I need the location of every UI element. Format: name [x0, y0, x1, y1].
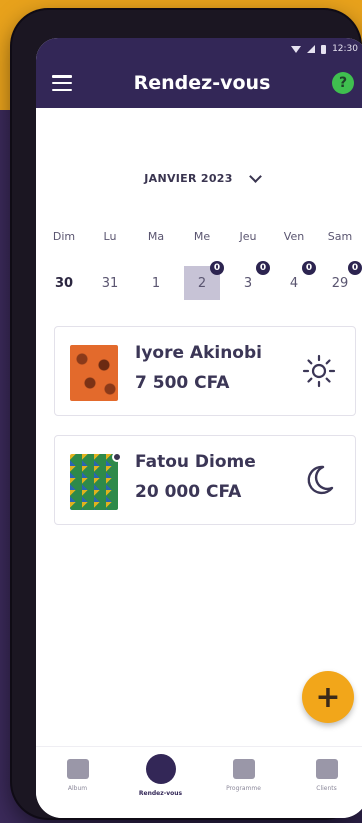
weekday-label: Me — [193, 230, 211, 243]
appointment-count-badge: 0 — [210, 261, 224, 275]
add-appointment-button[interactable]: + — [302, 671, 354, 723]
sun-icon — [302, 354, 336, 388]
wifi-icon — [291, 45, 302, 53]
phone-frame: 12:30 Rendez-vous ? JANVIER 2023 Dim Lu … — [12, 10, 362, 818]
month-picker[interactable]: JANVIER 2023 — [36, 170, 362, 185]
moon-icon — [307, 465, 334, 495]
nav-label: Album — [67, 785, 88, 792]
marker-icon — [112, 452, 122, 462]
nav-label: Rendez-vous — [138, 790, 183, 797]
layers-icon — [232, 759, 255, 779]
appointment-card[interactable]: Fatou Diome 20 000 CFA — [54, 435, 356, 525]
battery-icon — [321, 44, 327, 54]
chevron-down-icon — [248, 170, 262, 183]
status-time: 12:30 — [332, 44, 358, 54]
status-bar: 12:30 — [291, 44, 358, 54]
date-cell[interactable]: 1 — [136, 267, 176, 299]
date-number: 3 — [243, 275, 253, 291]
album-icon — [66, 759, 89, 779]
appointment-price: 7 500 CFA — [135, 373, 230, 393]
date-number: 30 — [54, 275, 74, 291]
fabric-thumbnail — [70, 345, 118, 401]
signal-icon — [307, 45, 316, 53]
app-bar: 12:30 Rendez-vous ? — [36, 38, 362, 108]
date-cell[interactable]: 29 0 — [320, 261, 362, 299]
date-cell[interactable]: 31 — [90, 267, 130, 299]
bottom-navigation: Album Rendez-vous Programme Clients — [36, 746, 362, 818]
client-name: Iyore Akinobi — [135, 343, 262, 363]
date-cell[interactable]: 4 0 — [274, 261, 316, 299]
appointment-count-badge: 0 — [256, 261, 270, 275]
date-cell-selected[interactable]: 2 0 — [182, 261, 224, 300]
nav-label: Programme — [226, 785, 261, 792]
week-dates: 30 31 1 2 0 3 0 4 0 29 0 — [36, 261, 362, 300]
date-cell[interactable]: 30 — [44, 267, 84, 299]
date-number: 31 — [101, 275, 119, 291]
users-icon — [315, 759, 338, 779]
fabric-thumbnail — [70, 454, 118, 510]
appointment-card[interactable]: Iyore Akinobi 7 500 CFA — [54, 326, 356, 416]
page-title: Rendez-vous — [133, 72, 271, 94]
clock-icon — [145, 754, 176, 784]
nav-item-clients[interactable]: Clients — [295, 759, 359, 792]
month-label: JANVIER 2023 — [144, 172, 233, 185]
weekday-label: Lu — [103, 230, 117, 243]
weekday-label: Jeu — [239, 230, 257, 243]
weekday-label: Ma — [147, 230, 165, 243]
appointment-price: 20 000 CFA — [135, 482, 242, 502]
appointment-count-badge: 0 — [302, 261, 316, 275]
weekday-label: Dim — [52, 230, 76, 243]
date-cell[interactable]: 3 0 — [228, 261, 270, 299]
nav-item-album[interactable]: Album — [46, 759, 110, 792]
nav-item-rendez-vous[interactable]: Rendez-vous — [129, 754, 193, 797]
nav-label: Clients — [316, 785, 337, 792]
phone-screen: 12:30 Rendez-vous ? JANVIER 2023 Dim Lu … — [36, 38, 362, 818]
weekday-label: Ven — [283, 230, 305, 243]
help-icon[interactable]: ? — [332, 72, 354, 94]
weekday-header: Dim Lu Ma Me Jeu Ven Sam — [36, 230, 362, 243]
date-number: 29 — [331, 275, 349, 291]
date-number: 1 — [151, 275, 161, 291]
nav-item-programme[interactable]: Programme — [212, 759, 276, 792]
appointment-count-badge: 0 — [348, 261, 362, 275]
client-name: Fatou Diome — [135, 452, 256, 472]
weekday-label: Sam — [327, 230, 353, 243]
date-number: 4 — [289, 275, 299, 291]
